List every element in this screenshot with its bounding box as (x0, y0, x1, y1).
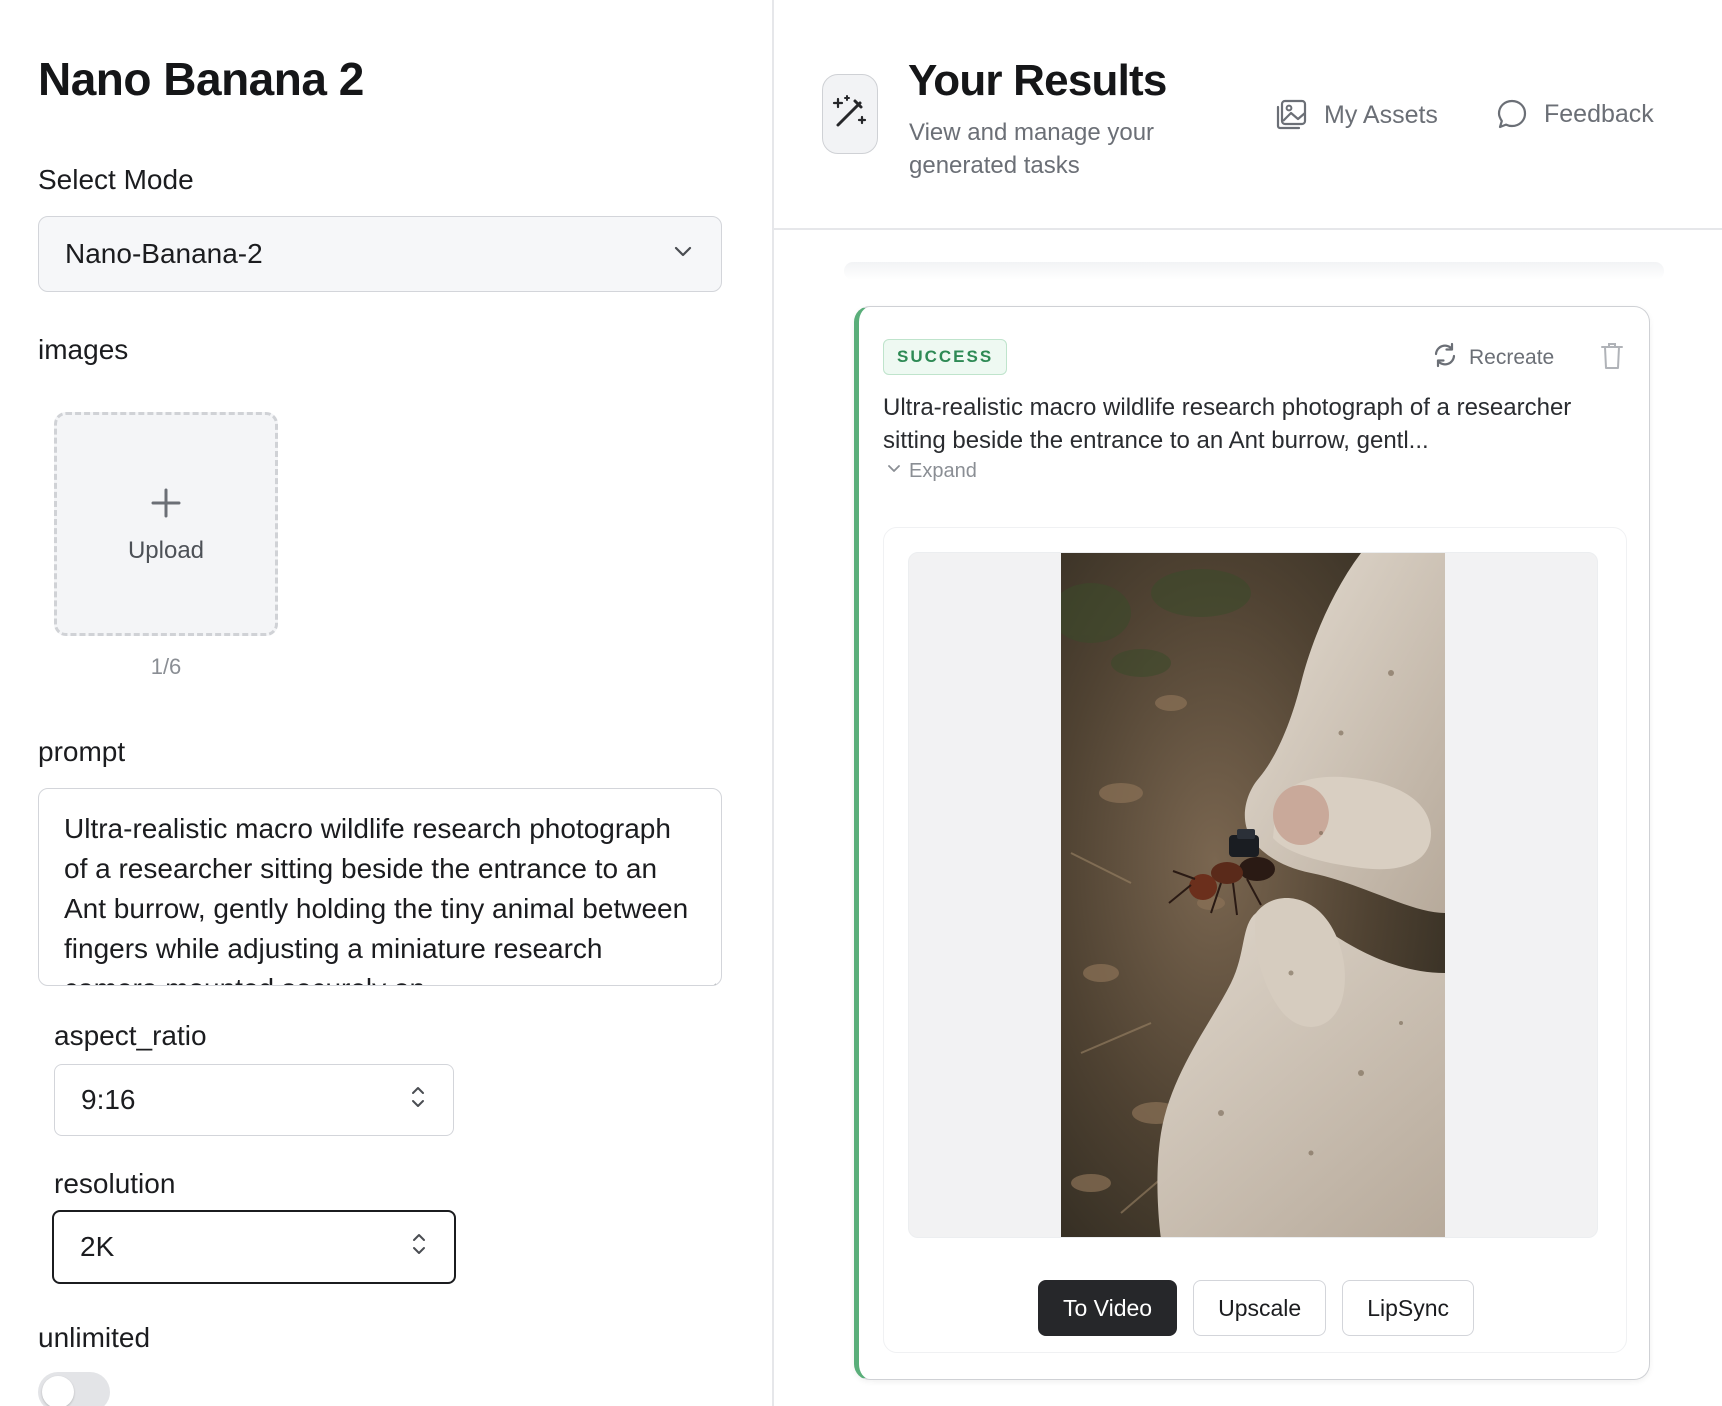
feedback-link[interactable]: Feedback (1496, 98, 1654, 130)
settings-panel: Nano Banana 2 Select Mode Nano-Banana-2 … (0, 0, 772, 1406)
images-label: images (38, 334, 129, 365)
app-title: Nano Banana 2 (38, 53, 364, 105)
resolution-label: resolution (54, 1168, 176, 1199)
unlimited-toggle[interactable] (38, 1372, 110, 1406)
magic-wand-button[interactable] (822, 74, 878, 154)
results-panel: Your Results View and manage your genera… (774, 0, 1722, 1406)
previous-card-shadow (844, 262, 1664, 280)
chevron-down-icon (671, 238, 695, 270)
status-badge: SUCCESS (883, 339, 1008, 375)
resolution-select[interactable]: 2K (52, 1210, 456, 1284)
mode-select-value: Nano-Banana-2 (65, 238, 263, 269)
select-mode-label: Select Mode (38, 164, 194, 195)
feedback-label: Feedback (1544, 99, 1654, 128)
chat-bubble-icon (1496, 98, 1528, 130)
plus-icon (150, 483, 182, 523)
refresh-icon (1431, 341, 1459, 375)
upscale-button[interactable]: Upscale (1193, 1280, 1327, 1336)
unlimited-label: unlimited (38, 1322, 151, 1353)
result-container: To Video Upscale LipSync (883, 527, 1627, 1353)
magic-wand-icon (830, 92, 870, 137)
updown-chevron-icon (409, 1084, 427, 1117)
resolution-value: 2K (80, 1231, 115, 1262)
image-upload-button[interactable]: Upload (54, 412, 278, 636)
aspect-ratio-value: 9:16 (81, 1084, 136, 1115)
task-card: SUCCESS Recreate Ultra-realistic macro w… (854, 306, 1650, 1380)
updown-chevron-icon (410, 1231, 428, 1264)
my-assets-label: My Assets (1324, 100, 1438, 129)
results-subtitle: View and manage your generated tasks (909, 119, 1155, 179)
image-gallery-icon (1274, 98, 1308, 132)
my-assets-link[interactable]: My Assets (1274, 98, 1438, 132)
mode-select[interactable]: Nano-Banana-2 (38, 216, 722, 292)
recreate-button[interactable]: Recreate (1431, 341, 1554, 375)
trash-icon (1599, 343, 1625, 375)
expand-label: Expand (909, 459, 977, 482)
upload-count: 1/6 (150, 654, 182, 679)
aspect-ratio-label: aspect_ratio (54, 1020, 207, 1051)
task-prompt-preview: Ultra-realistic macro wildlife research … (883, 394, 1572, 454)
recreate-label: Recreate (1469, 346, 1555, 369)
upload-label: Upload (127, 537, 205, 564)
prompt-label: prompt (38, 736, 126, 767)
toggle-knob (42, 1376, 74, 1406)
chevron-down-icon (885, 459, 903, 483)
prompt-text: Ultra-realistic macro wildlife research … (64, 813, 689, 985)
resize-handle-icon[interactable] (703, 967, 717, 985)
result-image[interactable] (1061, 553, 1445, 1237)
delete-button[interactable] (1599, 341, 1625, 376)
result-actions: To Video Upscale LipSync (884, 1280, 1628, 1336)
expand-button[interactable]: Expand (885, 459, 977, 483)
to-video-button[interactable]: To Video (1037, 1280, 1178, 1336)
results-title: Your Results (908, 56, 1167, 105)
prompt-textarea[interactable]: Ultra-realistic macro wildlife research … (38, 788, 722, 986)
aspect-ratio-select[interactable]: 9:16 (54, 1064, 454, 1136)
result-image-frame (908, 552, 1598, 1238)
header-divider (774, 228, 1722, 230)
lipsync-button[interactable]: LipSync (1342, 1280, 1475, 1336)
